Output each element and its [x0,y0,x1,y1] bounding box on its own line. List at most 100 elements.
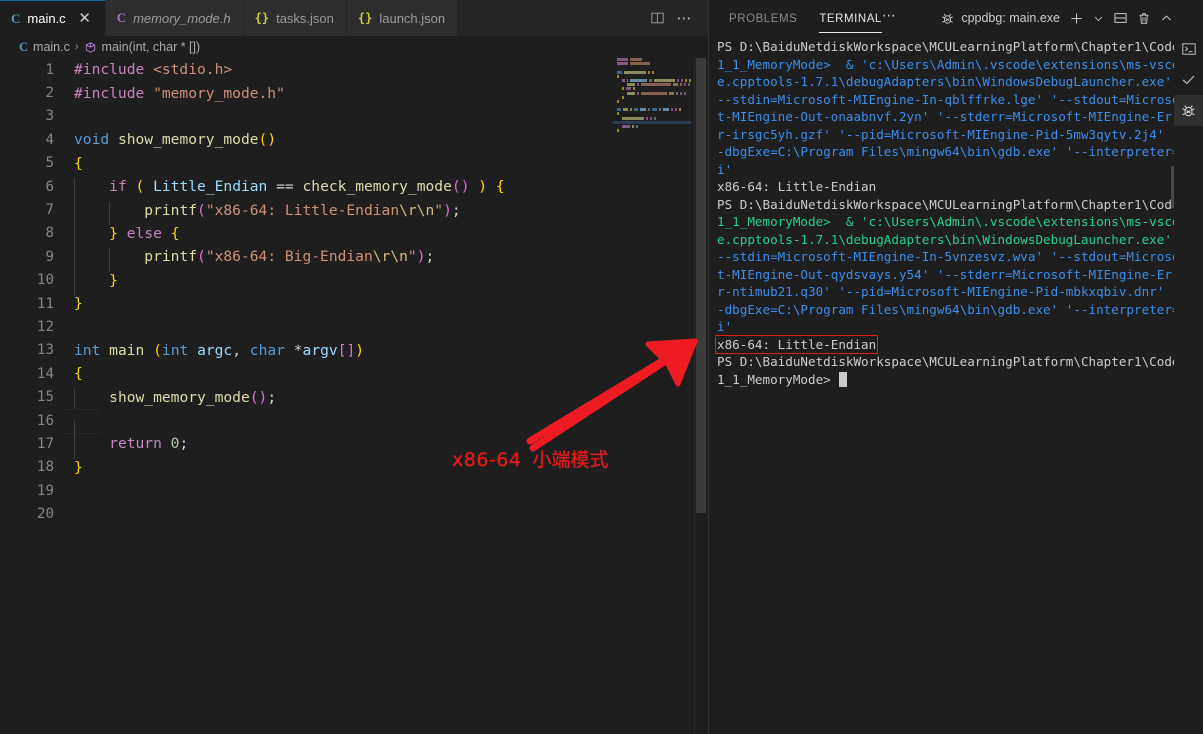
breadcrumb-separator-icon: › [74,41,79,53]
terminal-line-text: i' [717,319,733,334]
minimap-token [640,108,646,112]
code-token: } [74,458,83,476]
split-editor-icon[interactable] [650,11,665,25]
minimap-token [633,87,636,91]
code-line[interactable]: 1 #include <stdio.h> [0,58,708,81]
code-line[interactable]: 5{ [0,152,708,175]
code-line[interactable]: 9 printf("x86-64: Big-Endian\r\n"); [0,245,708,272]
code-line[interactable]: 6 if ( Little_Endian == check_memory_mod… [0,175,708,202]
minimap-line [613,83,691,87]
split-terminal-icon[interactable] [1113,11,1128,25]
code-token: "x86-64: Big-Endian [205,248,373,266]
line-number: 9 [45,248,54,265]
check-icon[interactable] [1174,64,1203,95]
terminal-line-text: t-MIEngine-Out-qydsvays.y54' '--stderr=M… [717,266,1188,282]
breadcrumb-symbol[interactable]: main(int, char * []) [102,40,201,54]
line-number: 3 [45,108,54,125]
code-line[interactable]: 12 [0,315,708,338]
line-number: 17 [36,435,54,452]
minimap-token [641,91,667,95]
code-editor[interactable]: 1 #include <stdio.h> 2 #include "memory_mod… [0,58,708,734]
maximize-panel-icon[interactable] [1160,12,1173,25]
code-line[interactable]: 7 printf("x86-64: Little-Endian\r\n"); [0,198,708,225]
editor-tab-main-c[interactable]: Cmain.c ✕ [0,0,106,36]
code-token: ( [451,178,461,196]
minimap-line [613,58,691,61]
code-token: , [232,341,250,359]
code-line[interactable]: 19 [0,479,708,502]
panel-tab-terminal[interactable]: TERMINAL [819,3,882,34]
code-token: ( [153,341,162,359]
terminal-line: r-irsgc5yh.gzf' '--pid=Microsoft-MIEngin… [717,126,1203,144]
code-line[interactable]: 20 [0,502,708,525]
c-file-icon: C [11,10,21,26]
editor-pane: Cmain.c ✕ Cmemory_mode.h {} tasks.json {} laun… [0,0,708,734]
code-line-text: printf("x86-64: Big-Endian\r\n"); [74,248,434,272]
terminal-selector[interactable]: cppdbg: main.exe [940,11,1060,26]
terminal-output[interactable]: PS D:\BaiduNetdiskWorkspace\MCULearningP… [709,36,1203,734]
panel-pane: PROBLEMS TERMINAL ⋯ cppdbg: main.exe PS … [708,0,1203,734]
code-line[interactable]: 13 int main (int argc, char *argv[]) [0,339,708,362]
code-line[interactable]: 17 return 0; [0,432,708,459]
terminal-line: --stdin=Microsoft-MIEngine-In-qblffrke.l… [717,91,1203,109]
debug-cpp-icon[interactable] [1174,95,1203,126]
minimap-token [627,91,636,95]
terminal-icon[interactable] [1174,33,1203,64]
code-line[interactable]: 16 [0,408,708,444]
code-token: #include [74,84,154,102]
panel-more-icon[interactable]: ⋯ [882,8,898,28]
line-number: 18 [36,459,54,476]
minimap-token [622,125,631,128]
close-icon[interactable]: ✕ [77,11,93,26]
code-token: Little_Endian [153,178,268,196]
code-token: ; [179,435,189,453]
kill-terminal-icon[interactable] [1137,11,1151,26]
code-line-text: { [74,365,83,382]
editor-tab-tasks-json[interactable]: {} tasks.json [243,0,347,36]
code-token: int [161,341,189,359]
breadcrumb-file[interactable]: main.c [33,40,70,54]
new-terminal-icon[interactable] [1069,11,1084,26]
code-line[interactable]: 18} [0,456,708,479]
json-file-icon: {} [254,11,270,25]
code-line[interactable]: 11} [0,292,708,315]
minimap-line [613,87,691,91]
symbol-method-icon [84,41,97,54]
editor-vertical-scrollbar[interactable] [694,58,708,734]
minimap-token [676,91,679,95]
code-token: "x86-64: Little-Endian [205,201,400,219]
editor-tab-label: tasks.json [276,10,334,26]
more-actions-icon[interactable]: ⋯ [677,10,695,25]
code-token: char [249,341,285,359]
code-line-text: } [74,271,118,296]
minimap-token [684,83,687,87]
code-line[interactable]: 4 void show_memory_mode() [0,128,708,151]
minimap-line [613,78,691,82]
minimap-token [617,58,628,61]
minimap-token [651,108,658,112]
code-line[interactable]: 15 show_memory_mode(); [0,385,708,413]
editor-minimap[interactable] [613,58,691,133]
code-line-text: if ( Little_Endian == check_memory_mode(… [74,178,505,202]
scrollbar-thumb[interactable] [696,58,706,513]
code-line[interactable]: 2 #include "memory_mode.h" [0,81,708,104]
terminal-selector-label: cppdbg: main.exe [961,11,1060,25]
editor-tab-memory-mode-h[interactable]: Cmemory_mode.h [105,0,244,36]
code-token: ( [197,248,206,266]
editor-tab-launch-json[interactable]: {} launch.json [346,0,459,36]
terminal-line: r-ntimub21.q30' '--pid=Microsoft-MIEngin… [717,283,1203,301]
minimap-token [617,108,622,112]
debug-console-icon [940,11,955,26]
minimap-token [627,83,636,87]
code-line-text: #include <stdio.h> [74,61,232,78]
minimap-line [613,116,691,120]
code-line[interactable]: 8 } else { [0,222,708,249]
code-line[interactable]: 3 [0,105,708,128]
line-number: 20 [36,506,54,523]
code-line[interactable]: 10 } [0,269,708,296]
chevron-down-icon[interactable] [1093,13,1104,24]
panel-tab-problems[interactable]: PROBLEMS [729,3,797,34]
code-line[interactable]: 14 { [0,362,708,385]
minimap-token [651,70,654,74]
